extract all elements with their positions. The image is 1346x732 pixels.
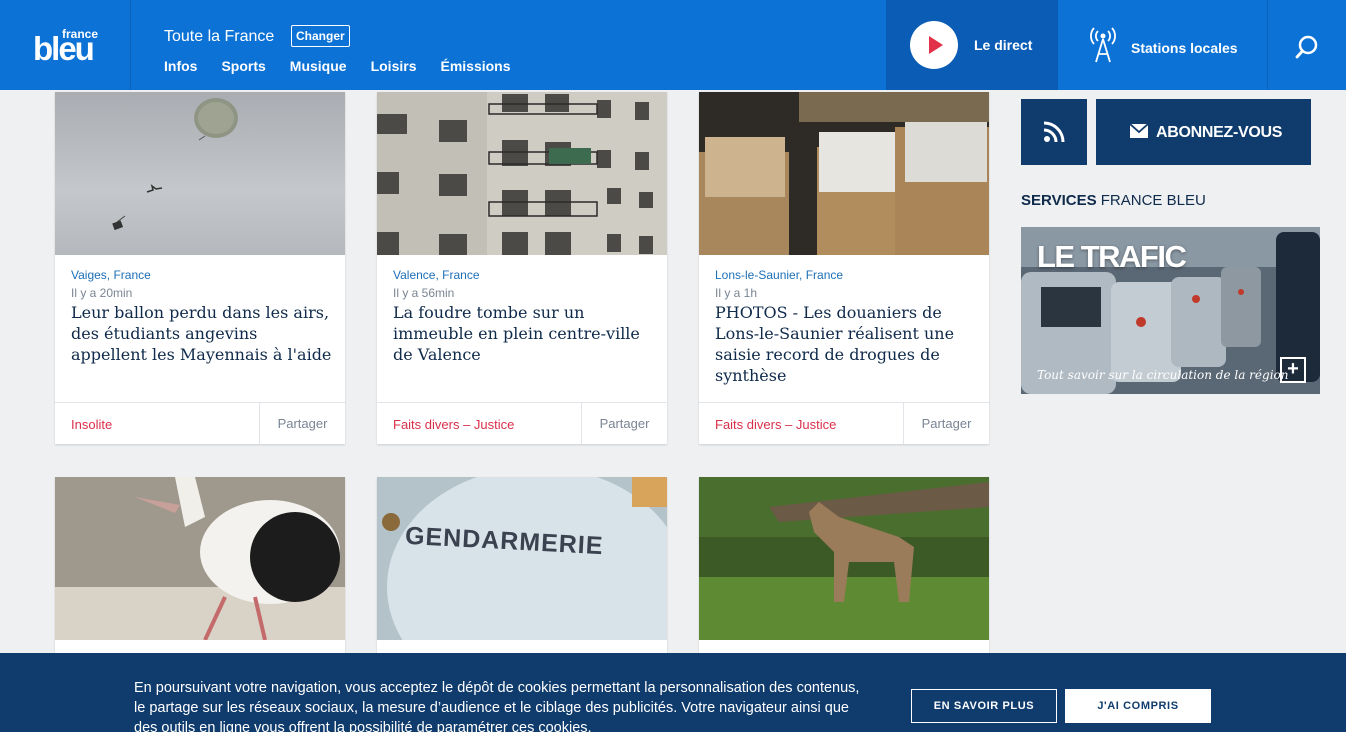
services-heading-rest: FRANCE BLEU [1100,192,1206,209]
article-image-balloon[interactable] [55,92,345,255]
article-title[interactable]: La foudre tombe sur un immeuble en plein… [393,302,655,365]
article-card[interactable]: GENDARMERIE [377,477,667,657]
search-button[interactable] [1269,0,1346,90]
share-button[interactable]: Partager [259,403,345,444]
nav-item-loisirs[interactable]: Loisirs [371,58,417,74]
subscribe-label: ABONNEZ-VOUS [1156,124,1283,141]
logo-bleu-text: bleu [33,30,95,67]
article-card[interactable] [55,477,345,657]
rss-button[interactable] [1021,99,1087,165]
article-card[interactable]: Vaiges, France Il y a 20min Leur ballon … [55,92,345,444]
article-image-building[interactable] [377,92,667,255]
antenna-icon [1090,27,1116,63]
article-category[interactable]: Insolite [71,417,112,432]
local-stations-button[interactable]: Stations locales [1058,0,1268,90]
article-title[interactable]: PHOTOS - Les douaniers de Lons-le-Saunie… [715,302,977,386]
services-heading: SERVICES FRANCE BLEU [1021,192,1206,209]
site-header: france bleu Toute la France Changer Info… [0,0,1346,90]
article-footer: Faits divers – Justice Partager [377,402,667,444]
traffic-title: LE TRAFIC [1037,239,1187,274]
stork-photo [55,477,345,640]
cookie-message: En poursuivant votre navigation, vous ac… [134,680,860,732]
article-time: Il y a 20min [71,286,133,300]
article-image-gendarmerie[interactable]: GENDARMERIE [377,477,667,640]
article-location: Vaiges, France [71,268,151,282]
nav-item-infos[interactable]: Infos [164,58,197,74]
local-stations-label: Stations locales [1131,40,1238,56]
article-image-wolf[interactable] [699,477,989,640]
subscribe-button[interactable]: ABONNEZ-VOUS [1096,99,1311,165]
article-card[interactable]: Lons-le-Saunier, France Il y a 1h PHOTOS… [699,92,989,444]
learn-more-button[interactable]: EN SAVOIR PLUS [911,689,1057,723]
article-location: Valence, France [393,268,480,282]
nav-item-emissions[interactable]: Émissions [440,58,510,74]
article-image-drugs[interactable] [699,92,989,255]
live-button[interactable]: Le direct [886,0,1058,90]
accept-cookies-button[interactable]: J'AI COMPRIS [1065,689,1211,723]
article-time: Il y a 1h [715,286,758,300]
main-nav: Infos Sports Musique Loisirs Émissions [164,58,535,74]
mail-icon [1130,124,1148,138]
article-image-stork[interactable] [55,477,345,640]
play-icon [910,21,958,69]
article-footer: Faits divers – Justice Partager [699,402,989,444]
building-photo [377,92,667,255]
traffic-subtitle: Tout savoir sur la circulation de la rég… [1037,368,1289,382]
article-time: Il y a 56min [393,286,455,300]
article-category[interactable]: Faits divers – Justice [715,417,836,432]
plus-icon[interactable]: + [1280,357,1306,383]
share-button[interactable]: Partager [581,403,667,444]
article-card[interactable] [699,477,989,657]
balloon-photo [112,98,238,231]
services-heading-bold: SERVICES [1021,192,1097,209]
wolf-photo [699,477,989,640]
article-card[interactable]: Valence, France Il y a 56min La foudre t… [377,92,667,444]
traffic-banner[interactable]: LE TRAFIC Tout savoir sur la circulation… [1021,227,1320,394]
share-button[interactable]: Partager [903,403,989,444]
search-icon [1295,35,1318,59]
live-label: Le direct [974,37,1033,53]
article-category[interactable]: Faits divers – Justice [393,417,514,432]
nav-item-musique[interactable]: Musique [290,58,347,74]
article-location: Lons-le-Saunier, France [715,268,844,282]
france-bleu-logo[interactable]: france bleu [0,0,131,90]
gendarmerie-photo [377,477,667,640]
change-region-button[interactable]: Changer [291,25,350,47]
rss-icon [1043,121,1065,143]
cookie-banner: En poursuivant votre navigation, vous ac… [0,653,1346,732]
article-footer: Insolite Partager [55,402,345,444]
region-name: Toute la France [164,28,275,45]
drugs-seizure-photo [699,92,989,255]
nav-item-sports[interactable]: Sports [221,58,265,74]
article-title[interactable]: Leur ballon perdu dans les airs, des étu… [71,302,333,365]
